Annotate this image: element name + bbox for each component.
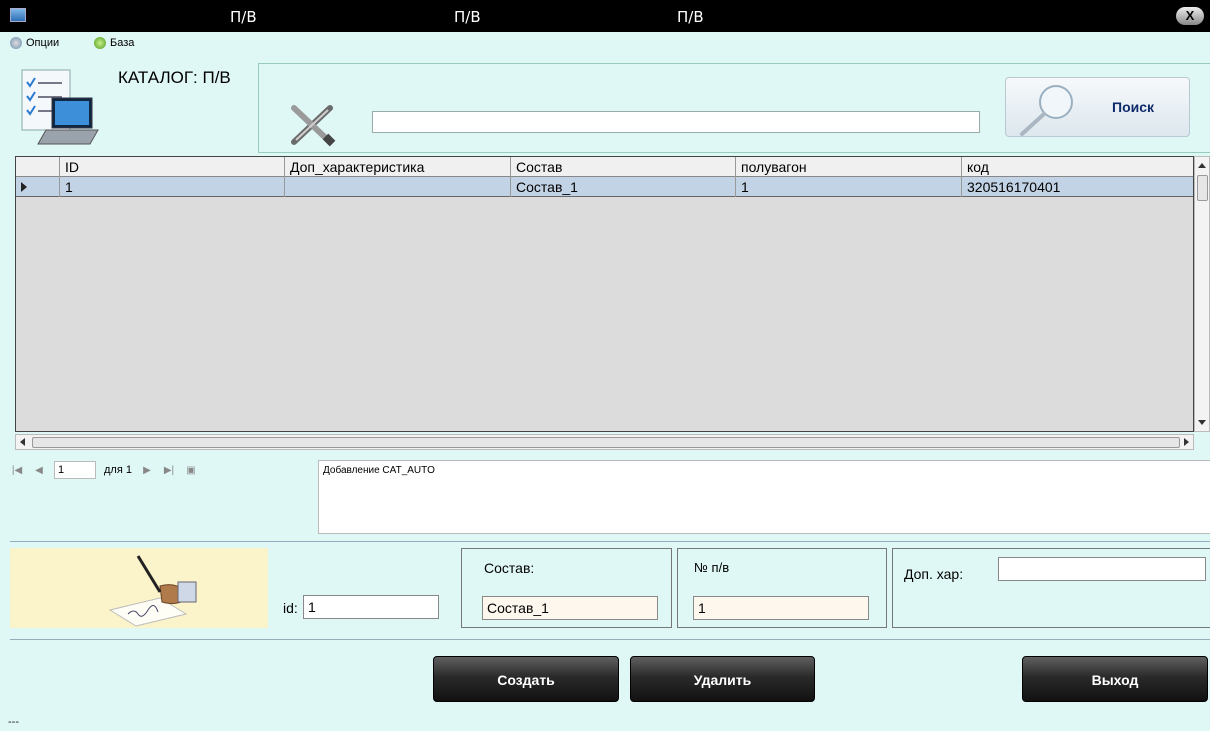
column-header-kod[interactable]: код [962, 157, 1193, 177]
scroll-left-icon[interactable] [20, 438, 25, 446]
search-input[interactable] [372, 111, 980, 133]
horizontal-scrollbar[interactable] [15, 434, 1194, 450]
table-row[interactable]: 1 Состав_1 1 320516170401 [16, 177, 1193, 197]
checklist-laptop-icon [18, 68, 102, 150]
column-header-sostav[interactable]: Состав [511, 157, 736, 177]
close-button[interactable]: X [1176, 7, 1204, 25]
database-icon [94, 37, 106, 49]
vertical-scrollbar[interactable] [1194, 156, 1210, 432]
cell-poluvagon[interactable]: 1 [736, 177, 962, 197]
menu-item-database[interactable]: База [94, 37, 134, 49]
delete-button[interactable]: Удалить [630, 656, 815, 702]
binding-navigator: |◀ ◀ 1 для 1 ▶ ▶| ▣ [10, 458, 198, 482]
scroll-down-icon[interactable] [1198, 420, 1206, 425]
sostav-field[interactable]: Состав_1 [482, 596, 658, 620]
row-header-corner [16, 157, 60, 177]
move-first-icon[interactable]: |◀ [10, 463, 24, 477]
id-label: id: [283, 600, 298, 616]
catalog-title: КАТАЛОГ: П/В [118, 68, 231, 87]
column-header-dop[interactable]: Доп_характеристика [285, 157, 511, 177]
column-header-poluvagon[interactable]: полувагон [736, 157, 962, 177]
sostav-label: Состав: [484, 560, 535, 576]
divider [10, 639, 1210, 640]
tools-icon [286, 102, 338, 148]
search-button-label: Поиск [1112, 99, 1155, 115]
move-last-icon[interactable]: ▶| [162, 463, 176, 477]
menu-item-label: Опции [26, 37, 60, 49]
window-title-3: П/В [677, 8, 704, 26]
column-header-id[interactable]: ID [60, 157, 285, 177]
dop-label: Доп. хар: [904, 566, 964, 582]
count-label: для 1 [104, 464, 132, 476]
menu-item-options[interactable]: Опции [10, 37, 59, 49]
search-button[interactable]: Поиск [1005, 77, 1190, 137]
move-next-icon[interactable]: ▶ [140, 463, 154, 477]
move-previous-icon[interactable]: ◀ [32, 463, 46, 477]
cell-dop[interactable] [285, 177, 511, 197]
current-row-arrow-icon [21, 182, 27, 192]
log-textbox[interactable]: Добавление CAT_AUTO [318, 460, 1210, 534]
magnifier-icon [1020, 85, 1073, 136]
create-button[interactable]: Создать [433, 656, 619, 702]
number-label: № п/в [694, 560, 730, 575]
data-grid[interactable]: ID Доп_характеристика Состав полувагон к… [15, 156, 1194, 432]
position-input[interactable]: 1 [54, 461, 96, 479]
dop-field[interactable] [998, 557, 1206, 581]
divider [10, 541, 1210, 542]
row-selector[interactable] [16, 177, 60, 197]
options-icon [10, 37, 22, 49]
cell-id[interactable]: 1 [60, 177, 285, 197]
menu-item-label: База [110, 37, 135, 49]
scroll-thumb[interactable] [32, 437, 1180, 448]
app-icon [10, 8, 26, 22]
number-field[interactable]: 1 [693, 596, 869, 620]
id-field[interactable]: 1 [303, 595, 439, 619]
grid-header: ID Доп_характеристика Состав полувагон к… [16, 157, 1193, 177]
exit-button[interactable]: Выход [1022, 656, 1208, 702]
scroll-right-icon[interactable] [1184, 438, 1189, 446]
window-title-1: П/В [230, 8, 257, 26]
cell-kod[interactable]: 320516170401 [962, 177, 1193, 197]
scroll-thumb[interactable] [1197, 175, 1208, 201]
cell-sostav[interactable]: Состав_1 [511, 177, 736, 197]
signing-hand-icon [10, 548, 268, 628]
status-text: --- [8, 716, 19, 728]
menu-bar: Опции База [0, 32, 1210, 56]
save-icon[interactable]: ▣ [184, 463, 198, 477]
scroll-up-icon[interactable] [1198, 163, 1206, 168]
window-title-2: П/В [454, 8, 481, 26]
title-bar: П/В П/В П/В X [0, 0, 1210, 32]
